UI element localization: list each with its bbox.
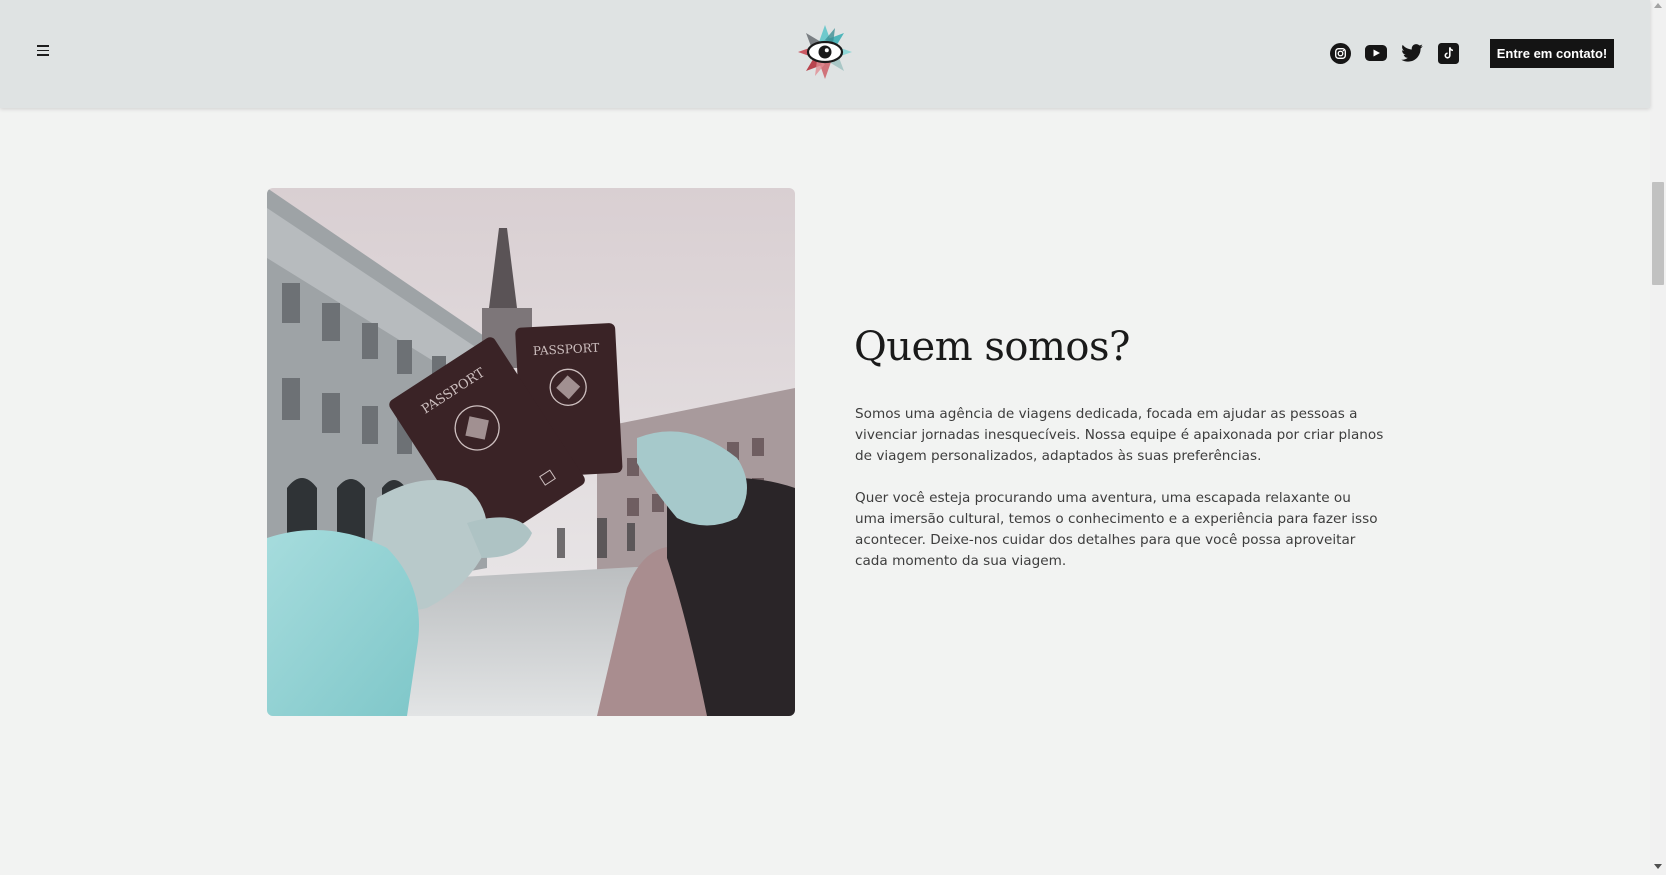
page: Entre em contato! PASSPORT PASSPORT Quem… xyxy=(0,0,1666,875)
instagram-icon[interactable] xyxy=(1328,41,1352,65)
youtube-icon[interactable] xyxy=(1364,41,1388,65)
about-paragraph-1: Somos uma agência de viagens dedicada, f… xyxy=(855,406,1384,464)
site-header: Entre em contato! xyxy=(0,0,1650,108)
contact-button[interactable]: Entre em contato! xyxy=(1490,39,1614,68)
eye-flower-logo-icon[interactable] xyxy=(797,24,853,80)
scrollbar-thumb[interactable] xyxy=(1652,182,1664,285)
passports-photo: PASSPORT PASSPORT xyxy=(267,188,795,716)
tiktok-icon[interactable] xyxy=(1436,41,1460,65)
social-links xyxy=(1328,41,1460,65)
vertical-scrollbar[interactable] xyxy=(1650,0,1666,875)
hamburger-menu-icon[interactable] xyxy=(34,45,52,59)
about-paragraph-2: Quer você esteja procurando uma aventura… xyxy=(855,490,1378,569)
scroll-down-arrow-icon[interactable] xyxy=(1654,864,1662,869)
twitter-icon[interactable] xyxy=(1400,41,1424,65)
scroll-up-arrow-icon[interactable] xyxy=(1654,3,1662,8)
about-title: Quem somos? xyxy=(854,324,1130,370)
